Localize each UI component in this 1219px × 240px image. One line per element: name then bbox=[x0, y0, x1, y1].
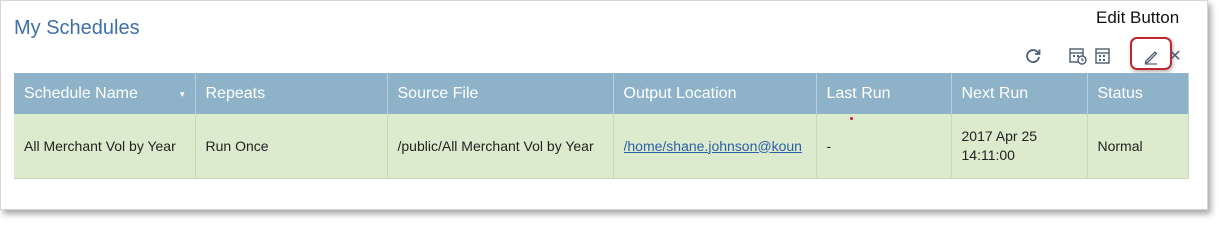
cell-repeats: Run Once bbox=[195, 114, 388, 179]
page-title: My Schedules bbox=[14, 17, 140, 39]
table-header-row: Schedule Name ▾ Repeats Source File Outp… bbox=[14, 73, 1189, 114]
cell-schedule-name: All Merchant Vol by Year bbox=[14, 114, 196, 179]
edit-button-callout: Edit Button bbox=[1096, 8, 1180, 27]
output-location-link[interactable]: /home/shane.johnson@koun bbox=[624, 137, 806, 156]
calendar-list-icon[interactable] bbox=[1093, 45, 1115, 67]
column-header-repeats[interactable]: Repeats bbox=[195, 73, 388, 114]
sort-caret-icon[interactable]: ▾ bbox=[180, 89, 185, 100]
cell-status: Normal bbox=[1087, 114, 1189, 179]
cell-source-file: /public/All Merchant Vol by Year bbox=[387, 114, 614, 179]
cell-output-location: /home/shane.johnson@koun bbox=[613, 114, 817, 179]
column-header-status[interactable]: Status bbox=[1087, 73, 1189, 114]
column-header-output-location[interactable]: Output Location bbox=[613, 73, 817, 114]
table-row[interactable]: All Merchant Vol by Year Run Once /publi… bbox=[14, 114, 1189, 179]
schedules-panel: My Schedules ✕ Schedule Name ▾ Repeats S… bbox=[0, 0, 1208, 210]
column-header-last-run[interactable]: Last Run bbox=[816, 73, 952, 114]
refresh-icon[interactable] bbox=[1022, 45, 1044, 67]
pencil-icon[interactable] bbox=[1140, 45, 1162, 67]
cell-last-run: - bbox=[816, 114, 952, 179]
calendar-history-icon[interactable] bbox=[1067, 45, 1089, 67]
column-header-source-file[interactable]: Source File bbox=[387, 73, 614, 114]
cursor-dot bbox=[850, 117, 853, 120]
cell-next-run: 2017 Apr 25 14:11:00 bbox=[951, 114, 1088, 179]
column-header-next-run[interactable]: Next Run bbox=[951, 73, 1088, 114]
schedules-table: Schedule Name ▾ Repeats Source File Outp… bbox=[14, 73, 1189, 179]
close-icon[interactable]: ✕ bbox=[1168, 45, 1182, 67]
column-header-schedule-name[interactable]: Schedule Name ▾ bbox=[14, 73, 196, 114]
